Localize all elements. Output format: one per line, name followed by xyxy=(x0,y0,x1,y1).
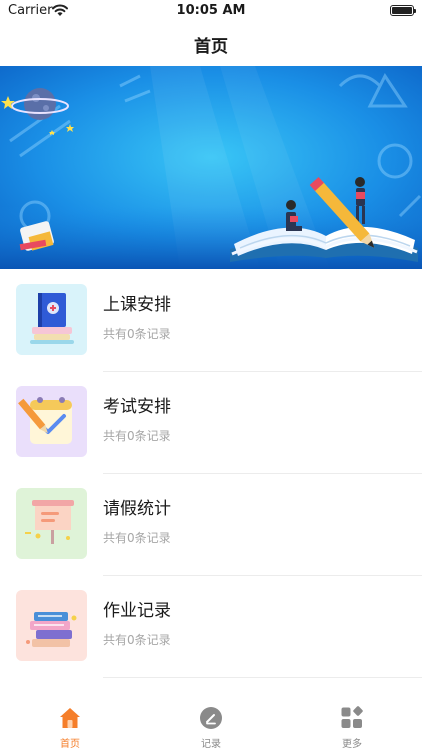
book-stack-icon xyxy=(16,590,87,661)
list-item-homework-records[interactable]: 作业记录 共有0条记录 xyxy=(0,576,422,678)
tab-more[interactable]: 更多 xyxy=(282,706,422,750)
item-title: 请假统计 xyxy=(103,499,171,519)
divider xyxy=(103,677,422,678)
books-icon xyxy=(16,284,87,355)
tab-bar: 首页 记录 更多 xyxy=(0,700,422,750)
tab-label: 首页 xyxy=(60,739,80,750)
navigation-bar: 首页 xyxy=(0,22,422,66)
item-subtitle: 共有0条记录 xyxy=(103,327,171,341)
tab-label: 记录 xyxy=(201,739,221,750)
item-subtitle: 共有0条记录 xyxy=(103,531,171,545)
item-title: 作业记录 xyxy=(103,601,171,621)
list-item-class-schedule[interactable]: 上课安排 共有0条记录 xyxy=(0,270,422,372)
battery-level xyxy=(392,7,412,14)
item-subtitle: 共有0条记录 xyxy=(103,429,171,443)
status-bar: Carrier 10:05 AM xyxy=(0,0,422,22)
record-icon xyxy=(200,707,222,729)
more-grid-icon xyxy=(341,706,363,728)
home-icon xyxy=(60,708,80,728)
item-subtitle: 共有0条记录 xyxy=(103,633,171,647)
item-title: 考试安排 xyxy=(103,397,171,417)
list-item-leave-statistics[interactable]: 请假统计 共有0条记录 xyxy=(0,474,422,576)
page-title: 首页 xyxy=(194,37,228,57)
tab-label: 更多 xyxy=(342,739,362,750)
feature-list: 上课安排 共有0条记录 考试安排 共有0条记录 请假统计 共有0条记录 作业记录… xyxy=(0,270,422,678)
tab-home[interactable]: 首页 xyxy=(0,706,140,750)
battery-icon xyxy=(390,5,416,16)
classroom-banner-image xyxy=(0,66,422,269)
item-title: 上课安排 xyxy=(103,295,171,315)
calendar-check-icon xyxy=(16,386,87,457)
banner-image[interactable] xyxy=(0,66,422,269)
clock: 10:05 AM xyxy=(176,3,246,18)
presentation-board-icon xyxy=(16,488,87,559)
list-item-exam-schedule[interactable]: 考试安排 共有0条记录 xyxy=(0,372,422,474)
tab-records[interactable]: 记录 xyxy=(141,706,281,750)
